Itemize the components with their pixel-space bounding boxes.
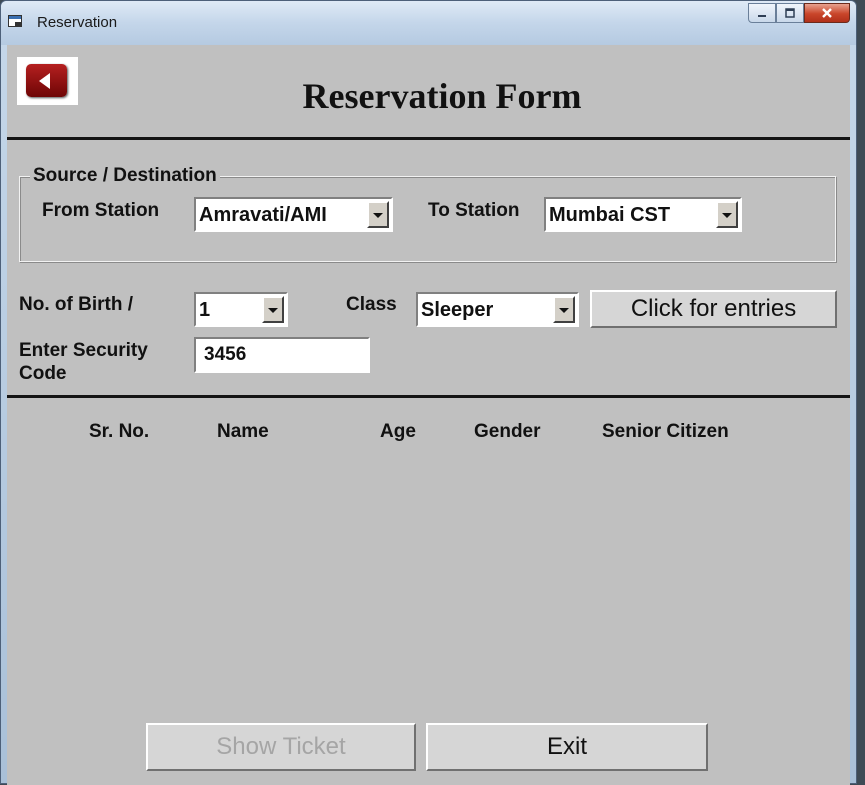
column-header-sr-no: Sr. No. [89, 421, 150, 442]
caption-buttons [748, 3, 850, 27]
column-header-gender: Gender [474, 421, 541, 442]
reservation-window: Reservation Reservation Form Source / De… [0, 0, 857, 785]
to-station-label: To Station [428, 200, 520, 221]
security-code-label-line1: Enter Security [19, 340, 148, 361]
middle-divider [7, 395, 850, 398]
click-for-entries-button[interactable]: Click for entries [590, 290, 837, 328]
top-divider [7, 137, 850, 140]
window-title: Reservation [37, 14, 118, 31]
maximize-button[interactable] [776, 3, 804, 23]
group-legend: Source / Destination [30, 165, 220, 187]
security-code-input[interactable]: 3456 [194, 337, 370, 373]
from-station-label: From Station [42, 200, 160, 221]
column-header-age: Age [380, 421, 416, 442]
security-code-value: 3456 [204, 344, 247, 365]
class-label: Class [346, 294, 397, 315]
chevron-down-icon[interactable] [716, 201, 738, 228]
berth-count-select[interactable]: 1 [194, 292, 288, 327]
form-client-area: Reservation Form Source / Destination Fr… [7, 45, 850, 785]
close-icon [822, 8, 832, 18]
maximize-icon [785, 8, 795, 18]
from-station-value: Amravati/AMI [199, 204, 327, 226]
show-ticket-button[interactable]: Show Ticket [146, 723, 416, 771]
chevron-down-icon[interactable] [262, 296, 284, 323]
exit-button[interactable]: Exit [426, 723, 708, 771]
berth-count-label: No. of Birth / [19, 294, 133, 315]
minimize-button[interactable] [748, 3, 776, 23]
chevron-down-icon[interactable] [553, 296, 575, 323]
chevron-down-icon[interactable] [367, 201, 389, 228]
app-icon [8, 15, 22, 27]
close-button[interactable] [804, 3, 850, 23]
class-select[interactable]: Sleeper [416, 292, 579, 327]
class-value: Sleeper [421, 299, 494, 321]
to-station-select[interactable]: Mumbai CST [544, 197, 742, 232]
from-station-select[interactable]: Amravati/AMI [194, 197, 393, 232]
title-bar[interactable]: Reservation [1, 1, 856, 45]
column-header-name: Name [217, 421, 269, 442]
security-code-label-line2: Code [19, 363, 67, 384]
column-header-senior-citizen: Senior Citizen [602, 421, 729, 442]
berth-count-value: 1 [199, 299, 211, 321]
page-title: Reservation Form [302, 76, 582, 116]
minimize-icon [758, 15, 766, 17]
to-station-value: Mumbai CST [549, 204, 671, 226]
